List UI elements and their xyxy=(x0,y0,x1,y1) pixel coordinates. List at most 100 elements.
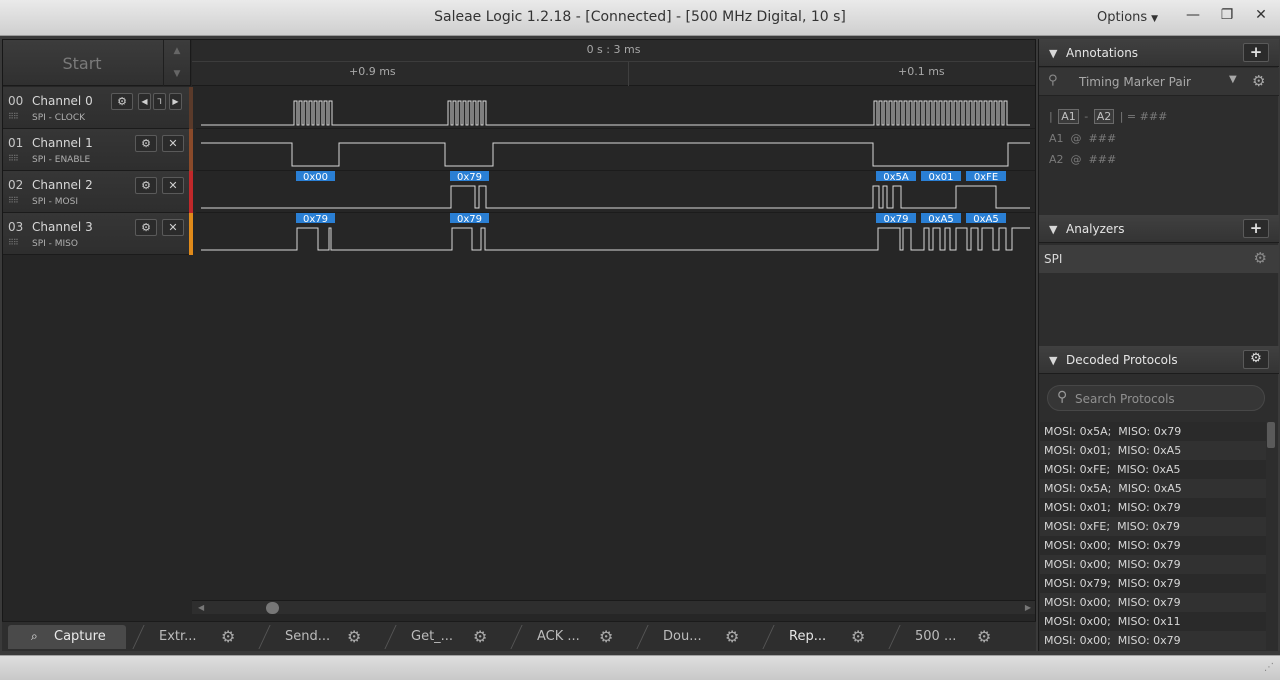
gear-icon[interactable]: ⚙ xyxy=(221,627,235,646)
gear-icon[interactable]: ⚙ xyxy=(977,627,991,646)
vertical-scroll-thumb[interactable] xyxy=(1267,422,1275,448)
decoded-protocols-header[interactable]: ▼ Decoded Protocols ⚙ xyxy=(1039,346,1279,374)
list-item[interactable]: MOSI: 0x79; MISO: 0x79 xyxy=(1040,574,1266,593)
clock-trace xyxy=(201,100,1030,126)
gear-icon[interactable]: ⚙ xyxy=(347,627,361,646)
scroll-thumb[interactable] xyxy=(266,602,279,614)
channel-row-3[interactable]: 03 ⠿⠿ Channel 3 SPI - MISO ⚙ ✕ xyxy=(3,213,193,255)
search-protocols-input[interactable]: ⚲ Search Protocols xyxy=(1047,385,1265,411)
tab-repeat[interactable]: Rep... ⚙ xyxy=(762,625,892,649)
gear-icon[interactable]: ⚙ xyxy=(1254,249,1267,267)
add-annotation-button[interactable]: + xyxy=(1243,43,1269,62)
channel-remove-button[interactable]: ✕ xyxy=(162,219,184,236)
gear-icon[interactable]: ⚙ xyxy=(599,627,613,646)
ruler-tick-left: +0.9 ms xyxy=(349,65,396,78)
annotations-title: Annotations xyxy=(1066,46,1139,60)
drag-handle-icon[interactable]: ⠿⠿ xyxy=(8,196,19,205)
channel-settings-button[interactable]: ⚙ xyxy=(135,135,157,152)
list-item[interactable]: MOSI: 0x00; MISO: 0x79 xyxy=(1040,536,1266,555)
tab-send[interactable]: Send... ⚙ xyxy=(258,625,388,649)
channel-row-1[interactable]: 01 ⠿⠿ Channel 1 SPI - ENABLE ⚙ ✕ xyxy=(3,129,193,171)
window-title: Saleae Logic 1.2.18 - [Connected] - [500… xyxy=(434,9,846,25)
tab-label: 500 ... xyxy=(915,629,957,644)
list-item[interactable]: MOSI: 0x00; MISO: 0x79 xyxy=(1040,593,1266,612)
list-item[interactable]: MOSI: 0x01; MISO: 0x79 xyxy=(1040,498,1266,517)
minimize-button[interactable]: — xyxy=(1178,4,1208,28)
scroll-right-icon[interactable]: ▶ xyxy=(1025,601,1031,615)
list-item[interactable]: MOSI: 0xFE; MISO: 0x79 xyxy=(1040,517,1266,536)
list-item[interactable]: MOSI: 0x00; MISO: 0x79 xyxy=(1040,631,1266,650)
decoded-settings-button[interactable]: ⚙ xyxy=(1243,350,1269,369)
tab-extract[interactable]: Extr... ⚙ xyxy=(132,625,262,649)
horizontal-scrollbar[interactable]: ◀ ▶ xyxy=(192,600,1035,614)
chevron-down-icon[interactable]: ▼ xyxy=(164,63,190,86)
marker-a1-badge[interactable]: A1 xyxy=(1058,109,1079,124)
tab-label: Dou... xyxy=(663,629,702,644)
prev-edge-button[interactable]: ◀ xyxy=(138,93,151,110)
chevron-up-icon[interactable]: ▲ xyxy=(164,40,190,63)
list-item[interactable]: MOSI: 0x01; MISO: 0xA5 xyxy=(1040,441,1266,460)
start-button[interactable]: Start xyxy=(3,54,161,73)
channel-name[interactable]: Channel 0 xyxy=(32,94,93,108)
tab-bar: ⌕ Capture Extr... ⚙ Send... ⚙ Get_... ⚙ … xyxy=(2,621,1036,651)
list-item[interactable]: MOSI: 0x00; MISO: 0x11 xyxy=(1040,612,1266,631)
tab-label: Capture xyxy=(54,629,106,644)
search-icon: ⚲ xyxy=(1057,389,1068,405)
tab-capture[interactable]: ⌕ Capture xyxy=(8,625,126,649)
channel-row-0[interactable]: 00 ⠿⠿ Channel 0 SPI - CLOCK ⚙ ◀ ᒣ ▶ xyxy=(3,87,193,129)
channel-row-2[interactable]: 02 ⠿⠿ Channel 2 SPI - MOSI ⚙ ✕ xyxy=(3,171,193,213)
annotations-header[interactable]: ▼ Annotations + xyxy=(1039,39,1279,67)
tab-label: Send... xyxy=(285,629,331,644)
list-item[interactable]: MOSI: 0x5A; MISO: 0x79 xyxy=(1040,422,1266,441)
channel-settings-button[interactable]: ⚙ xyxy=(135,219,157,236)
channel-name[interactable]: Channel 3 xyxy=(32,220,93,234)
marker-a2-badge[interactable]: A2 xyxy=(1093,109,1115,124)
gear-icon[interactable]: ⚙ xyxy=(1252,72,1265,90)
tab-get[interactable]: Get_... ⚙ xyxy=(384,625,514,649)
drag-handle-icon[interactable]: ⠿⠿ xyxy=(8,238,19,247)
gear-icon[interactable]: ⚙ xyxy=(725,627,739,646)
restore-button[interactable]: ❐ xyxy=(1212,4,1242,28)
tab-label: Extr... xyxy=(159,629,197,644)
analyzers-header[interactable]: ▼ Analyzers + xyxy=(1039,215,1279,243)
add-analyzer-button[interactable]: + xyxy=(1243,219,1269,238)
tab-500[interactable]: 500 ... ⚙ xyxy=(888,625,1018,649)
gear-icon[interactable]: ⚙ xyxy=(473,627,487,646)
pin-icon[interactable]: ⚲ xyxy=(1048,73,1058,88)
options-label: Options xyxy=(1097,10,1148,25)
waveform-view[interactable]: 0x00 0x79 0x5A 0x01 0xFE 0x79 0x79 0x79 … xyxy=(196,87,1035,255)
start-options-spinner[interactable]: ▲ ▼ xyxy=(163,40,190,86)
list-item[interactable]: MOSI: 0xFE; MISO: 0xA5 xyxy=(1040,460,1266,479)
gear-icon: ⚙ xyxy=(141,221,151,234)
resize-grip-icon[interactable]: ⋰ xyxy=(1264,662,1274,673)
scroll-left-icon[interactable]: ◀ xyxy=(198,601,204,615)
collapse-triangle-icon[interactable]: ▼ xyxy=(1049,354,1057,367)
channel-settings-button[interactable]: ⚙ xyxy=(111,93,133,110)
collapse-triangle-icon[interactable]: ▼ xyxy=(1049,223,1057,236)
close-button[interactable]: ✕ xyxy=(1246,4,1276,28)
drag-handle-icon[interactable]: ⠿⠿ xyxy=(8,112,19,121)
channel-name[interactable]: Channel 1 xyxy=(32,136,93,150)
trigger-falling-edge-button[interactable]: ᒣ xyxy=(153,93,166,110)
decoded-protocols-title: Decoded Protocols xyxy=(1066,353,1178,367)
time-ruler[interactable]: 0 s : 3 ms +0.9 ms +0.1 ms xyxy=(192,40,1035,86)
channel-remove-button[interactable]: ✕ xyxy=(162,135,184,152)
analyzer-item-spi[interactable]: SPI ⚙ xyxy=(1039,245,1279,273)
ruler-mark xyxy=(628,62,629,86)
timing-marker-pair[interactable]: ⚲ Timing Marker Pair ▼ ⚙ xyxy=(1039,68,1279,96)
decoded-protocol-list[interactable]: MOSI: 0x5A; MISO: 0x79 MOSI: 0x01; MISO:… xyxy=(1040,422,1266,650)
tab-double[interactable]: Dou... ⚙ xyxy=(636,625,766,649)
list-item[interactable]: MOSI: 0x5A; MISO: 0xA5 xyxy=(1040,479,1266,498)
list-item[interactable]: MOSI: 0x00; MISO: 0x79 xyxy=(1040,555,1266,574)
channel-name[interactable]: Channel 2 xyxy=(32,178,93,192)
gear-icon[interactable]: ⚙ xyxy=(851,627,865,646)
collapse-triangle-icon[interactable]: ▼ xyxy=(1049,47,1057,60)
chevron-down-icon[interactable]: ▼ xyxy=(1229,74,1237,85)
next-edge-button[interactable]: ▶ xyxy=(169,93,182,110)
chevron-down-icon: ▼ xyxy=(1151,14,1159,24)
channel-remove-button[interactable]: ✕ xyxy=(162,177,184,194)
drag-handle-icon[interactable]: ⠿⠿ xyxy=(8,154,19,163)
options-menu[interactable]: Options ▼ xyxy=(1097,10,1158,25)
tab-ack[interactable]: ACK ... ⚙ xyxy=(510,625,640,649)
channel-settings-button[interactable]: ⚙ xyxy=(135,177,157,194)
